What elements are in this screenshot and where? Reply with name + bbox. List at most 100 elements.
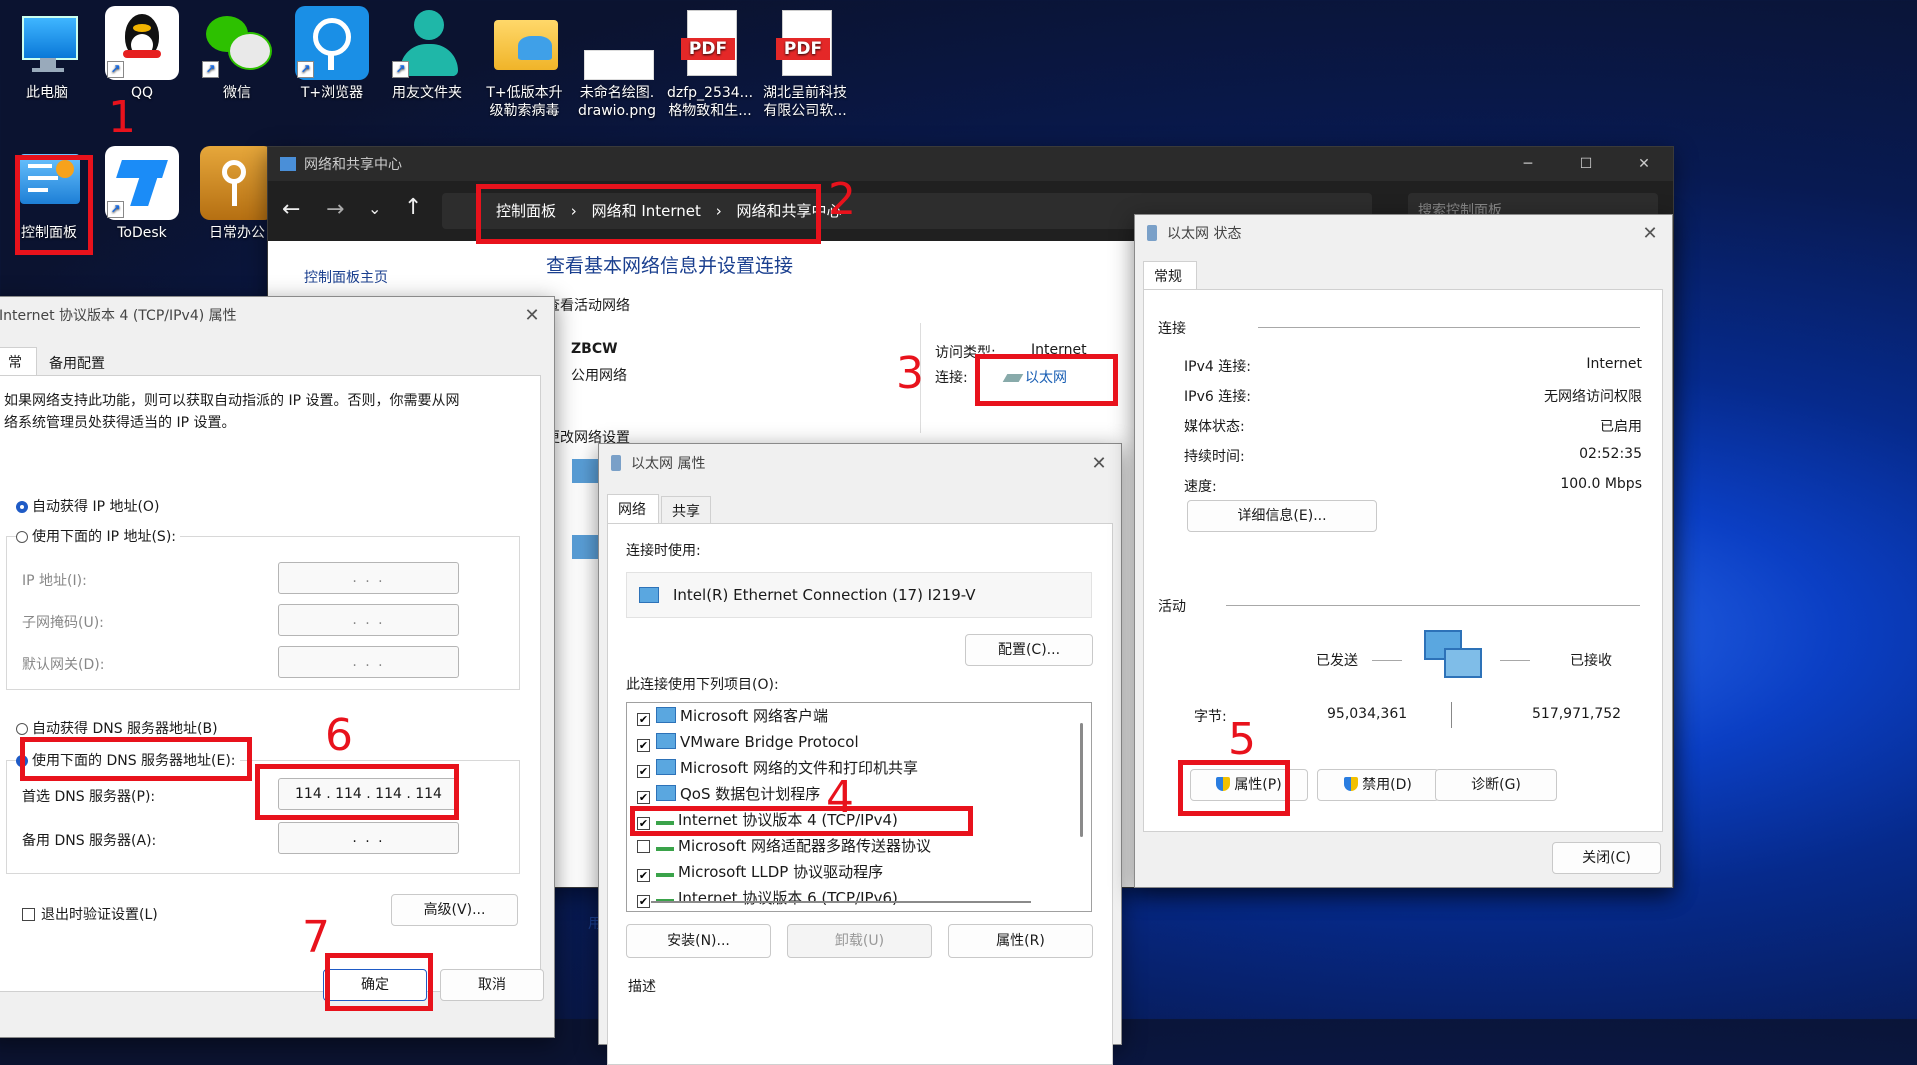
tab-general[interactable]: 常规	[1143, 261, 1197, 290]
desktop-icon-label: 微信	[223, 85, 251, 101]
status-row-label: 媒体状态:	[1184, 419, 1245, 435]
network-activity-icon	[1424, 630, 1482, 680]
ethernet-properties-dialog[interactable]: 以太网 属性 ✕ 网络 共享 连接时使用: Intel(R) Ethernet …	[598, 443, 1122, 1065]
horizontal-scrollbar[interactable]	[651, 901, 1031, 903]
desktop-icon-label: 此电脑	[26, 85, 68, 101]
desktop-icon-t-plus-folder[interactable]: T+低版本升 级勒索病毒	[477, 6, 572, 120]
pdf-file-icon: PDF	[673, 6, 747, 80]
list-item[interactable]: ✔ Internet 协议版本 6 (TCP/IPv6)	[637, 885, 931, 911]
desktop-icon-label: dzfp_2534... 格物致和生...	[666, 85, 754, 119]
checkbox-unchecked-icon[interactable]	[637, 840, 650, 853]
close-button[interactable]: ✕	[1615, 156, 1673, 172]
desktop-icon-label: T+浏览器	[300, 85, 364, 101]
radio-unchecked-icon	[16, 723, 28, 735]
desktop-icon-wechat[interactable]: ↗ 微信	[192, 6, 282, 102]
desktop-icon-dzfp-pdf[interactable]: PDF dzfp_2534... 格物致和生...	[665, 6, 755, 120]
maximize-button[interactable]: ☐	[1557, 156, 1615, 172]
network-client-icon	[656, 707, 676, 723]
checkbox-checked-icon[interactable]: ✔	[637, 869, 650, 882]
bytes-sent-value: 95,034,361	[1327, 706, 1408, 722]
diagnose-button[interactable]: 诊断(G)	[1435, 769, 1557, 801]
desktop-icon-hubei-pdf[interactable]: PDF 湖北呈前科技 有限公司软...	[760, 6, 850, 120]
close-button[interactable]: 关闭(C)	[1552, 842, 1661, 874]
list-item[interactable]: ✔ Microsoft LLDP 协议驱动程序	[637, 859, 931, 885]
install-button[interactable]: 安装(N)...	[626, 924, 771, 958]
disable-button[interactable]: 禁用(D)	[1317, 769, 1439, 801]
dialog-title: 以太网 属性	[631, 456, 706, 472]
cancel-button[interactable]: 取消	[440, 969, 544, 1001]
annotation-box	[20, 737, 252, 781]
checkbox-checked-icon[interactable]: ✔	[637, 739, 650, 752]
connection-group-label: 连接	[1158, 321, 1186, 337]
desktop-icon-label: T+低版本升 级勒索病毒	[486, 85, 563, 119]
up-arrow-icon[interactable]: ↑	[404, 195, 422, 220]
desktop-icon-label: 湖北呈前科技 有限公司软...	[763, 85, 847, 119]
status-row-label: 持续时间:	[1184, 449, 1245, 465]
auto-dns-radio[interactable]: 自动获得 DNS 服务器地址(B)	[16, 718, 218, 738]
desktop-icon-qq[interactable]: ↗ QQ	[97, 6, 187, 102]
network-adapter-icon	[1147, 225, 1157, 241]
network-type: 公用网络	[571, 368, 627, 384]
network-name: ZBCW	[571, 341, 618, 357]
status-row-value: 已启用	[1600, 419, 1642, 435]
auto-ip-radio[interactable]: 自动获得 IP 地址(O)	[16, 496, 159, 516]
network-adapter-icon	[639, 587, 659, 603]
desktop-icon-this-pc[interactable]: 此电脑	[2, 6, 92, 102]
chevron-down-icon[interactable]: ⌄	[368, 199, 381, 218]
tab-sharing[interactable]: 共享	[661, 496, 711, 525]
status-row-value: 100.0 Mbps	[1560, 476, 1642, 492]
checkbox-checked-icon[interactable]: ✔	[637, 895, 650, 908]
forward-arrow-icon[interactable]: →	[326, 197, 344, 222]
pdf-file-icon: PDF	[768, 6, 842, 80]
desktop-icon-drawio-png[interactable]: 未命名绘图. drawio.png	[572, 6, 662, 120]
alternate-dns-field[interactable]: . . .	[278, 822, 459, 854]
annotation-box	[975, 354, 1118, 406]
ip-address-field[interactable]: . . .	[278, 562, 459, 594]
status-row-label: IPv6 连接:	[1184, 389, 1251, 405]
tab-network[interactable]: 网络	[607, 494, 659, 523]
ipv4-properties-dialog[interactable]: Internet 协议版本 4 (TCP/IPv4) 属性 ✕ 常规 备用配置 …	[0, 296, 555, 1038]
properties-button[interactable]: 属性(R)	[948, 924, 1093, 958]
list-item[interactable]: Microsoft 网络适配器多路传送器协议	[637, 833, 931, 859]
uninstall-button[interactable]: 卸载(U)	[787, 924, 932, 958]
tab-alternate-config[interactable]: 备用配置	[39, 349, 115, 377]
advanced-button[interactable]: 高级(V)...	[391, 894, 518, 926]
image-thumbnail-icon	[580, 6, 654, 80]
annotation-number: 2	[828, 174, 856, 225]
checkbox-checked-icon[interactable]: ✔	[637, 713, 650, 726]
network-center-icon	[280, 157, 296, 171]
desktop-icon-yonyou-folder[interactable]: ↗ 用友文件夹	[382, 6, 472, 102]
close-icon[interactable]: ✕	[1077, 453, 1121, 474]
dialog-title: Internet 协议版本 4 (TCP/IPv4) 属性	[0, 308, 237, 324]
back-arrow-icon[interactable]: ←	[282, 197, 300, 222]
checkbox-checked-icon[interactable]: ✔	[637, 765, 650, 778]
details-button[interactable]: 详细信息(E)...	[1187, 500, 1377, 532]
status-row-label: 速度:	[1184, 479, 1217, 495]
shield-icon	[1344, 777, 1359, 791]
alternate-dns-label: 备用 DNS 服务器(A):	[22, 833, 157, 849]
minimize-button[interactable]: ─	[1499, 156, 1557, 172]
network-setup-icon	[572, 459, 600, 483]
manual-ip-radio[interactable]: 使用下面的 IP 地址(S):	[16, 526, 180, 546]
checkbox-checked-icon[interactable]: ✔	[637, 791, 650, 804]
close-icon[interactable]: ✕	[1628, 223, 1672, 244]
list-item[interactable]: ✔ Microsoft 网络的文件和打印机共享	[637, 755, 931, 781]
list-item[interactable]: ✔ Microsoft 网络客户端	[637, 703, 931, 729]
list-item[interactable]: ✔ QoS 数据包计划程序	[637, 781, 931, 807]
vertical-scrollbar[interactable]	[1080, 723, 1083, 837]
validate-on-exit-checkbox[interactable]: 退出时验证设置(L)	[22, 904, 158, 924]
list-item-label: Internet 协议版本 6 (TCP/IPv6)	[678, 889, 898, 907]
network-troubleshoot-icon	[572, 535, 600, 559]
list-item-label: Microsoft 网络客户端	[680, 707, 829, 725]
close-icon[interactable]: ✕	[510, 305, 554, 326]
list-item[interactable]: ✔ VMware Bridge Protocol	[637, 729, 931, 755]
desktop-icon-todesk[interactable]: ↗ ToDesk	[97, 146, 187, 242]
subnet-mask-field[interactable]: . . .	[278, 604, 459, 636]
default-gateway-field[interactable]: . . .	[278, 646, 459, 678]
annotation-number: 5	[1228, 714, 1256, 765]
configure-button[interactable]: 配置(C)...	[965, 634, 1093, 666]
received-label: 已接收	[1570, 653, 1612, 669]
sidebar-home-link[interactable]: 控制面板主页	[304, 267, 388, 287]
desktop-icon-t-browser[interactable]: ↗ T+浏览器	[287, 6, 377, 102]
annotation-box	[630, 806, 973, 836]
